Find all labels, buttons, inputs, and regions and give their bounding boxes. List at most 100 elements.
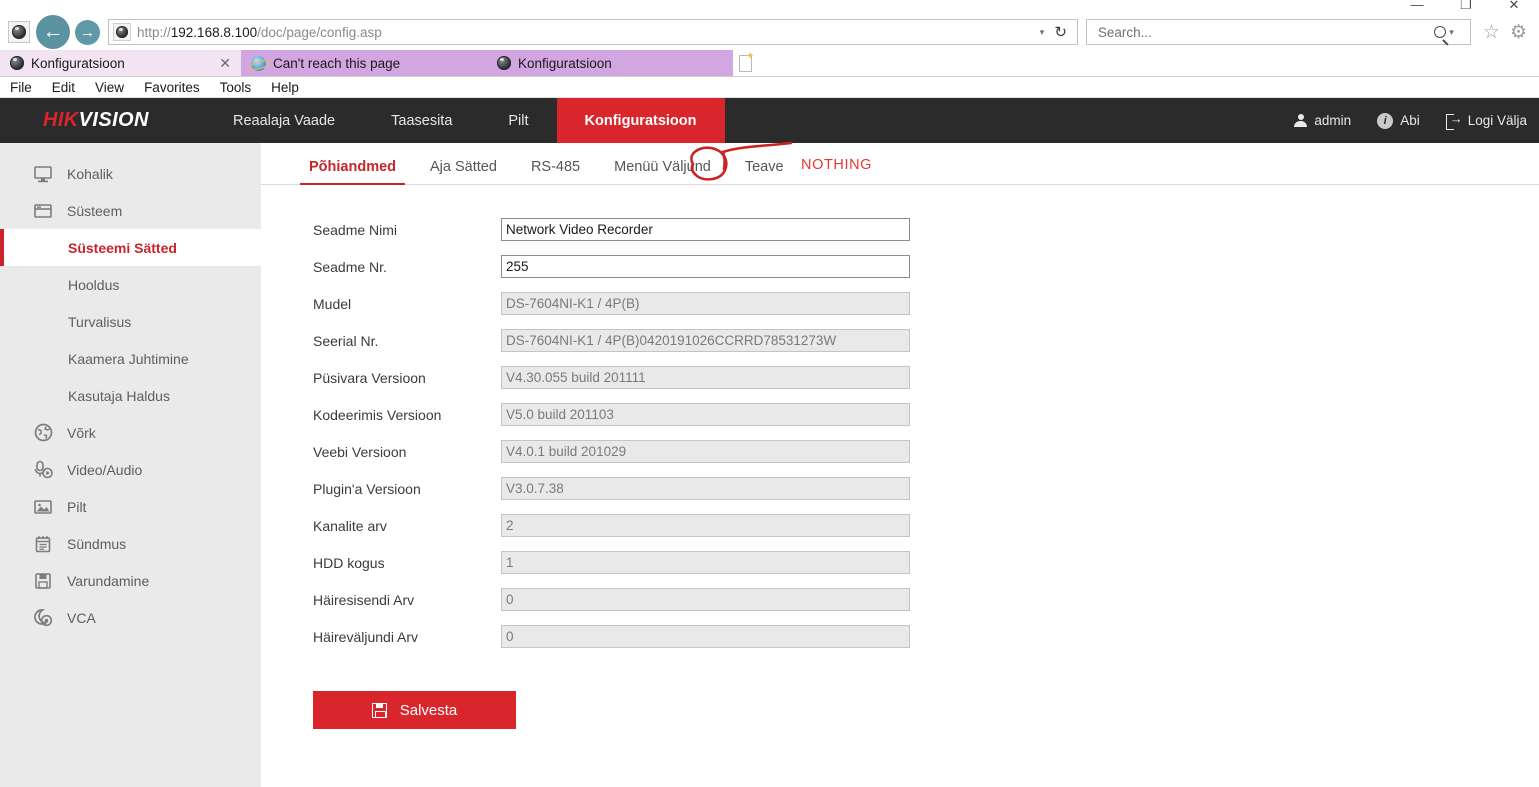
sidebar-item-vca[interactable]: VCA [0, 599, 261, 636]
gear-icon[interactable]: ⚙ [1510, 23, 1527, 42]
sidebar-item-label: Kasutaja Haldus [68, 388, 170, 404]
sidebar-item-user-management[interactable]: Kasutaja Haldus [0, 377, 261, 414]
sidebar-item-event[interactable]: Sündmus [0, 525, 261, 562]
vca-icon [32, 607, 54, 629]
sidebar-item-label: Varundamine [67, 573, 149, 589]
device-no-input[interactable] [501, 255, 910, 278]
globe-icon [32, 422, 54, 444]
encoding-version-input [501, 403, 910, 426]
logout-button[interactable]: Logi Välja [1446, 113, 1527, 128]
nav-item-picture[interactable]: Pilt [480, 98, 556, 143]
logout-icon [1446, 114, 1461, 128]
menu-item-help[interactable]: Help [271, 80, 299, 95]
field-label: Seadme Nimi [313, 222, 501, 238]
chevron-down-icon[interactable]: ▾ [1449, 27, 1454, 38]
save-disk-icon [372, 703, 387, 718]
browser-tab-3[interactable]: Konfiguratsioon [487, 50, 733, 76]
browser-tab-strip: Konfiguratsioon ✕ Can't reach this page … [0, 50, 1539, 77]
search-icon[interactable] [1434, 26, 1446, 38]
tab-time-settings[interactable]: Aja Sätted [413, 159, 514, 184]
browser-tab-2[interactable]: Can't reach this page [241, 50, 487, 76]
field-label: Kodeerimis Versioon [313, 407, 501, 423]
video-audio-icon [32, 459, 54, 481]
sidebar-item-system[interactable]: Süsteem [0, 192, 261, 229]
menu-item-file[interactable]: File [10, 80, 32, 95]
form-row-firmware-version: Püsivara Versioon [313, 359, 1539, 396]
field-label: Seerial Nr. [313, 333, 501, 349]
form-row-channel-count: Kanalite arv [313, 507, 1539, 544]
annotation-label: NOTHING [801, 157, 872, 173]
monitor-icon [32, 163, 54, 185]
save-button[interactable]: Salvesta [313, 691, 516, 729]
alarm-in-count-input [501, 588, 910, 611]
app-body: Kohalik Süsteem Süsteemi Sätted Hooldus … [0, 143, 1539, 787]
calendar-icon [32, 533, 54, 555]
field-label: Seadme Nr. [313, 259, 501, 275]
hikvision-logo: HIKVISION [0, 98, 205, 143]
field-label: Veebi Versioon [313, 444, 501, 460]
sidebar-item-camera-management[interactable]: Kaamera Juhtimine [0, 340, 261, 377]
sidebar-item-video-audio[interactable]: Video/Audio [0, 451, 261, 488]
internet-explorer-icon [251, 56, 266, 71]
site-icon-button[interactable] [8, 21, 30, 43]
address-favicon [113, 23, 131, 41]
logo-hik-text: HIK [43, 109, 79, 132]
search-input[interactable] [1096, 24, 1434, 41]
form-row-hdd-count: HDD kogus [313, 544, 1539, 581]
model-input [501, 292, 910, 315]
menu-item-view[interactable]: View [95, 80, 124, 95]
system-icon [32, 200, 54, 222]
nav-item-configuration[interactable]: Konfiguratsioon [557, 98, 725, 143]
sidebar-item-image[interactable]: Pilt [0, 488, 261, 525]
sidebar-item-network[interactable]: Võrk [0, 414, 261, 451]
window-restore-button[interactable]: ❐ [1443, 0, 1489, 14]
nav-item-live-view[interactable]: Reaalaja Vaade [205, 98, 363, 143]
window-minimize-button[interactable]: — [1394, 0, 1440, 14]
browser-navigation-bar: ← → http://192.168.8.100/doc/page/config… [0, 14, 1539, 50]
sidebar-item-label: Turvalisus [68, 314, 131, 330]
menu-item-favorites[interactable]: Favorites [144, 80, 200, 95]
field-label: Püsivara Versioon [313, 370, 501, 386]
device-name-input[interactable] [501, 218, 910, 241]
chevron-down-icon[interactable]: ▾ [1040, 27, 1045, 38]
close-icon[interactable]: ✕ [211, 55, 231, 72]
menu-item-edit[interactable]: Edit [52, 80, 75, 95]
address-bar[interactable]: http://192.168.8.100/doc/page/config.asp… [108, 19, 1078, 45]
help-button[interactable]: i Abi [1377, 113, 1420, 129]
menu-item-tools[interactable]: Tools [220, 80, 252, 95]
browser-tab-1[interactable]: Konfiguratsioon ✕ [0, 50, 241, 76]
browser-chrome: — ❐ ✕ ← → http://192.168.8.100/doc/page/… [0, 0, 1539, 98]
sidebar-item-label: VCA [67, 610, 96, 626]
sidebar-item-maintenance[interactable]: Hooldus [0, 266, 261, 303]
search-box[interactable]: ▾ [1086, 19, 1471, 45]
address-actions: ▾ ↻ [1040, 23, 1077, 41]
app-top-nav: Reaalaja Vaade Taasesita Pilt Konfigurat… [205, 98, 725, 143]
tab-about[interactable]: Teave [728, 159, 801, 184]
sidebar-item-label: Kaamera Juhtimine [68, 351, 189, 367]
sidebar-item-security[interactable]: Turvalisus [0, 303, 261, 340]
tab-rs485[interactable]: RS-485 [514, 159, 597, 184]
nav-item-playback[interactable]: Taasesita [363, 98, 480, 143]
new-tab-button[interactable] [733, 50, 757, 76]
sidebar-item-backup[interactable]: Varundamine [0, 562, 261, 599]
back-button[interactable]: ← [36, 15, 70, 49]
logo-vision-text: VISION [79, 109, 149, 132]
window-close-button[interactable]: ✕ [1491, 0, 1537, 14]
new-tab-icon [739, 55, 752, 72]
tab-menu-output[interactable]: Menüü Väljund [597, 159, 728, 184]
sidebar-item-label: Süsteem [67, 203, 122, 219]
sidebar-item-local[interactable]: Kohalik [0, 155, 261, 192]
form-row-device-name: Seadme Nimi [313, 211, 1539, 248]
favorites-star-icon[interactable]: ☆ [1483, 23, 1500, 42]
forward-button[interactable]: → [75, 20, 100, 45]
sidebar-item-label: Võrk [67, 425, 96, 441]
settings-tab-bar: Põhiandmed Aja Sätted RS-485 Menüü Välju… [261, 143, 1539, 185]
current-user[interactable]: admin [1294, 113, 1351, 128]
sidebar-item-system-settings[interactable]: Süsteemi Sätted [0, 229, 261, 266]
sidebar-item-label: Pilt [67, 499, 86, 515]
form-row-alarm-out-count: Häireväljundi Arv [313, 618, 1539, 655]
user-icon [1294, 114, 1307, 128]
web-version-input [501, 440, 910, 463]
reload-icon[interactable]: ↻ [1054, 23, 1067, 41]
tab-basic-info[interactable]: Põhiandmed [292, 159, 413, 184]
